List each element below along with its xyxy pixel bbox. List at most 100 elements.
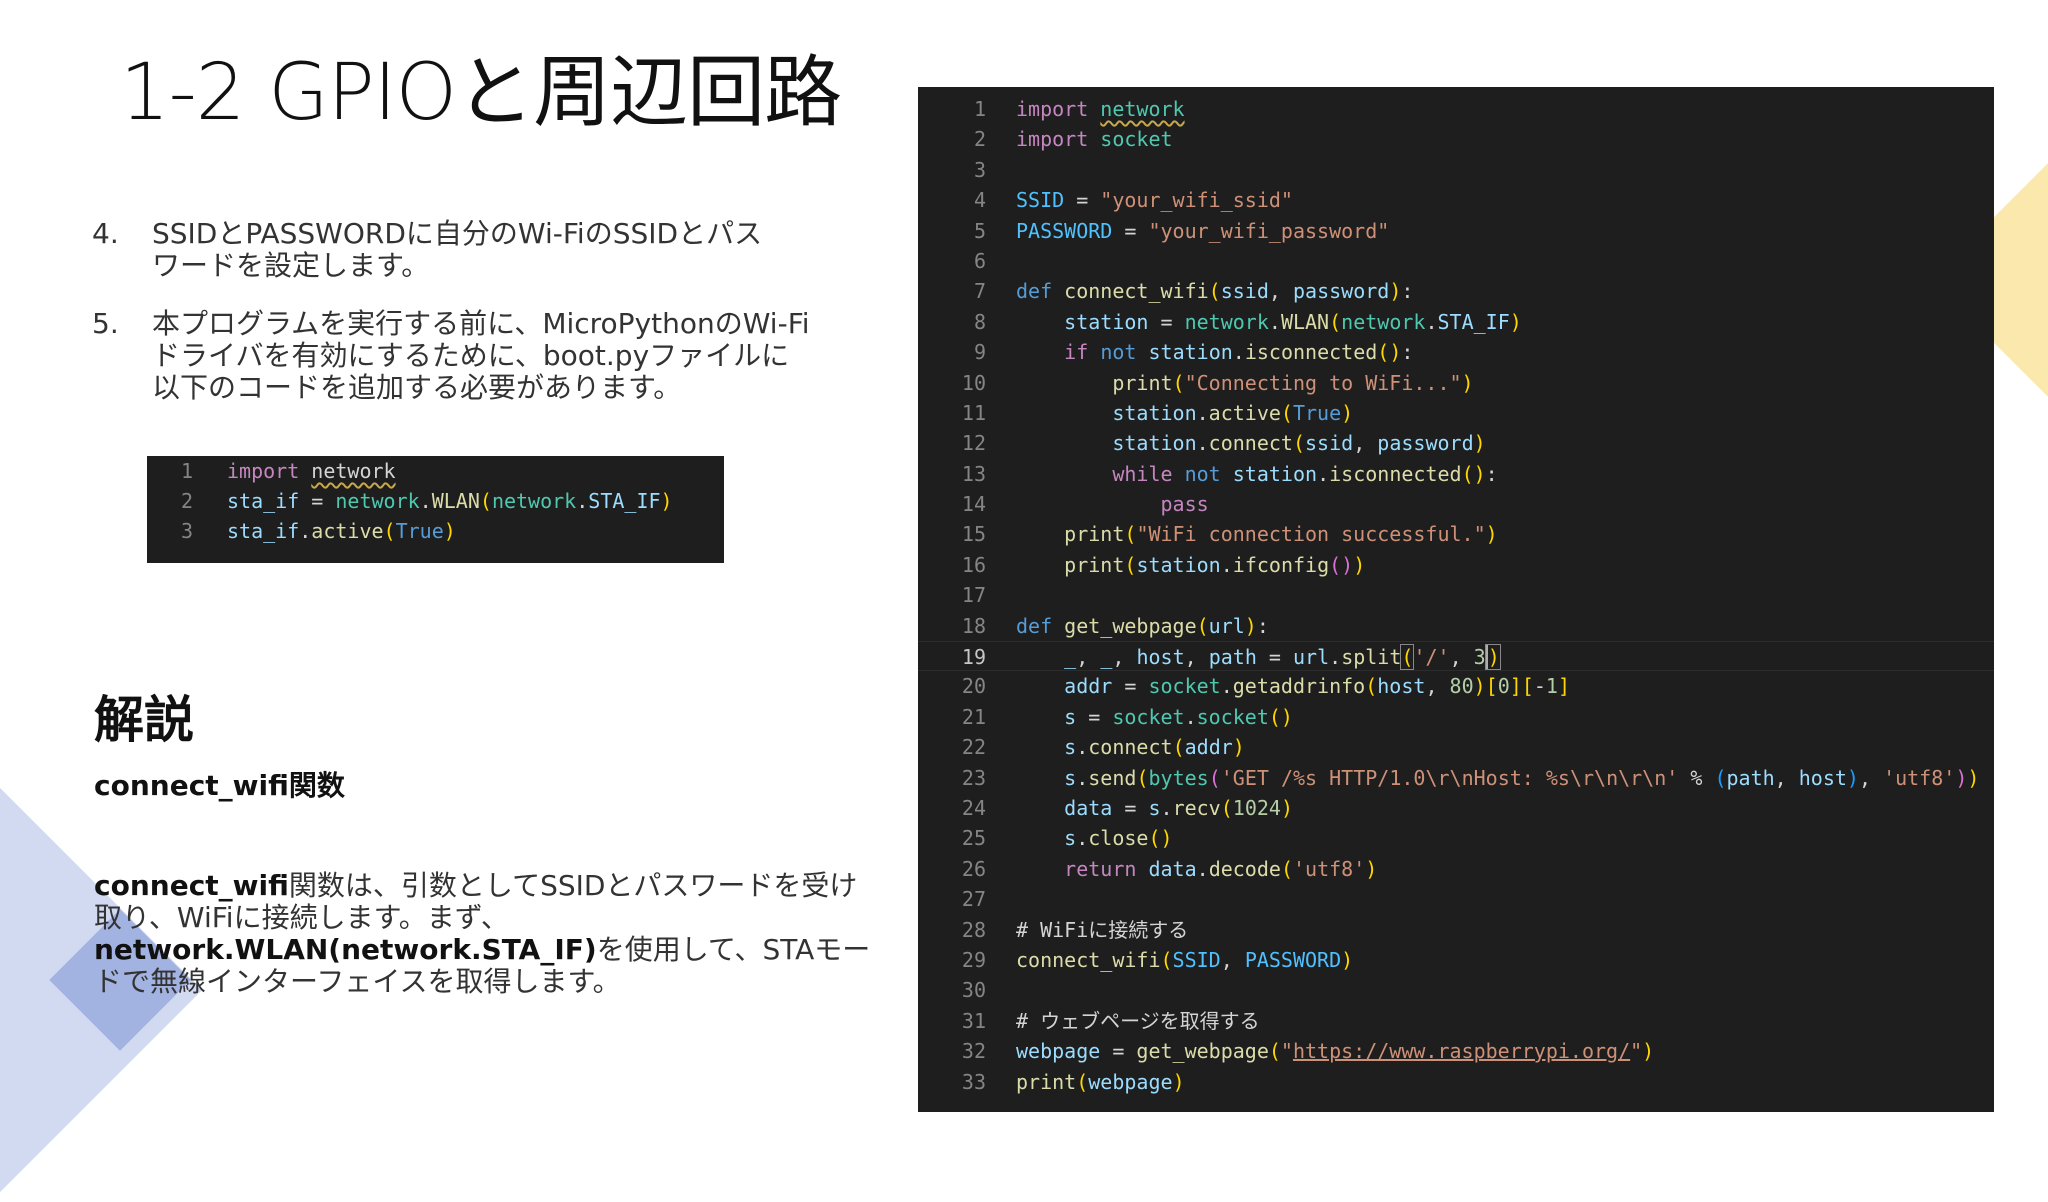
bold-term: connect_wifi: [94, 869, 289, 902]
code-line-active: 19 _, _, host, path = url.split('/', 3): [918, 641, 1994, 672]
line-number: 28: [961, 917, 986, 942]
line-number: 13: [961, 461, 986, 486]
code-text: s.connect(addr): [1064, 735, 1245, 760]
line-number: 33: [961, 1069, 986, 1094]
code-text: sta_if = network.WLAN(network.STA_IF): [227, 489, 673, 513]
code-line: 3 sta_if.active(True): [147, 516, 724, 546]
line-number: 31: [961, 1008, 986, 1033]
line-number: 4: [973, 188, 986, 213]
code-line: 32 webpage = get_webpage("https://www.ras…: [918, 1036, 1994, 1066]
code-text: import socket: [1016, 127, 1173, 152]
code-comment: # ウェブページを取得する: [1016, 1008, 1260, 1033]
code-text: webpage = get_webpage("https://www.raspb…: [1016, 1039, 1655, 1064]
code-line: 13 while not station.isconnected():: [918, 459, 1994, 489]
code-text: station.active(True): [1112, 400, 1354, 425]
line-number: 18: [961, 613, 986, 638]
code-text: s = socket.socket(): [1064, 704, 1293, 729]
code-text: def connect_wifi(ssid, password):: [1016, 279, 1414, 304]
code-text: print(webpage): [1016, 1069, 1185, 1094]
code-line: 11 station.active(True): [918, 398, 1994, 428]
line-number: 9: [973, 340, 986, 365]
code-text: _, _, host, path = url.split('/', 3): [1064, 644, 1501, 671]
code-text: pass: [1160, 492, 1209, 517]
line-number: 32: [961, 1039, 986, 1064]
line-number: 8: [973, 309, 986, 334]
code-line: 2 import socket: [918, 124, 1994, 154]
line-number: 17: [961, 583, 986, 608]
line-number: 14: [961, 492, 986, 517]
line-number: 23: [961, 765, 986, 790]
line-number: 26: [961, 856, 986, 881]
line-number: 3: [180, 519, 194, 543]
code-line: 2 sta_if = network.WLAN(network.STA_IF): [147, 486, 724, 516]
url-link[interactable]: https://www.raspberrypi.org/: [1293, 1039, 1630, 1063]
code-text: station = network.WLAN(network.STA_IF): [1064, 309, 1522, 334]
bold-term: network.WLAN(network.STA_IF): [94, 933, 597, 966]
code-text: s.close(): [1064, 826, 1173, 851]
code-text: station.connect(ssid, password): [1112, 431, 1486, 456]
section-subheading: connect_wifi関数: [94, 769, 345, 802]
code-text: while not station.isconnected():: [1112, 461, 1498, 486]
line-number: 16: [961, 552, 986, 577]
code-line: 12 station.connect(ssid, password): [918, 428, 1994, 458]
code-line: 5 PASSWORD = "your_wifi_password": [918, 216, 1994, 246]
code-line: 7 def connect_wifi(ssid, password):: [918, 276, 1994, 306]
line-number: 6: [973, 248, 986, 273]
line-number: 2: [180, 489, 194, 513]
line-number: 19: [961, 645, 986, 670]
code-line: 3: [918, 155, 1994, 185]
line-number: 1: [973, 97, 986, 121]
code-line: 14 pass: [918, 489, 1994, 519]
instruction-item: 5. 本プログラムを実行する前に、MicroPythonのWi-Fi ドライバを…: [92, 308, 852, 404]
item-text: 本プログラムを実行する前に、MicroPythonのWi-Fi ドライバを有効に…: [152, 307, 810, 404]
line-number: 22: [961, 735, 986, 760]
code-comment: # WiFiに接続する: [1016, 917, 1189, 942]
code-line: 15 print("WiFi connection successful."): [918, 519, 1994, 549]
code-text: PASSWORD = "your_wifi_password": [1016, 218, 1390, 243]
line-number: 30: [961, 978, 986, 1003]
instruction-list: 4. SSIDとPASSWORDに自分のWi-FiのSSIDとパス ワードを設定…: [92, 218, 852, 430]
code-line: 30: [918, 975, 1994, 1005]
code-line: 1 import network: [147, 456, 724, 486]
item-number: 4.: [92, 217, 119, 250]
code-line: 6: [918, 246, 1994, 276]
code-text: addr = socket.getaddrinfo(host, 80)[0][-…: [1064, 674, 1570, 699]
code-text: print("Connecting to WiFi..."): [1112, 370, 1474, 395]
line-number: 24: [961, 795, 986, 820]
code-text: return data.decode('utf8'): [1064, 856, 1378, 881]
code-line: 10 print("Connecting to WiFi..."): [918, 368, 1994, 398]
explanation-paragraph: connect_wifi関数は、引数としてSSIDとパスワードを受け取り、WiF…: [94, 870, 874, 998]
code-line: 16 print(station.ifconfig()): [918, 550, 1994, 580]
line-number: 25: [961, 826, 986, 851]
line-number: 12: [961, 431, 986, 456]
code-line: 20 addr = socket.getaddrinfo(host, 80)[0…: [918, 671, 1994, 701]
code-line: 8 station = network.WLAN(network.STA_IF): [918, 307, 1994, 337]
line-number: 20: [961, 674, 986, 699]
code-text: print("WiFi connection successful."): [1064, 522, 1498, 547]
code-line: 24 data = s.recv(1024): [918, 793, 1994, 823]
code-line: 22 s.connect(addr): [918, 732, 1994, 762]
code-line: 26 return data.decode('utf8'): [918, 854, 1994, 884]
boot-code-snippet: 1 import network 2 sta_if = network.WLAN…: [147, 456, 724, 563]
code-editor[interactable]: 1 import network 2 import socket 3 4 SSID =…: [918, 87, 1994, 1112]
code-line: 9 if not station.isconnected():: [918, 337, 1994, 367]
line-number: 1: [180, 459, 194, 483]
line-number: 27: [961, 887, 986, 912]
code-text: import network: [227, 459, 396, 483]
code-text: data = s.recv(1024): [1064, 795, 1293, 820]
code-line: 29 connect_wifi(SSID, PASSWORD): [918, 945, 1994, 975]
section-heading: 解説: [94, 691, 194, 749]
code-text: if not station.isconnected():: [1064, 340, 1414, 365]
code-text: s.send(bytes('GET /%s HTTP/1.0\r\nHost: …: [1064, 765, 1980, 790]
code-line: 33 print(webpage): [918, 1067, 1994, 1097]
code-text: def get_webpage(url):: [1016, 613, 1269, 638]
item-number: 5.: [92, 307, 119, 340]
line-number: 10: [961, 370, 986, 395]
item-text: SSIDとPASSWORDに自分のWi-FiのSSIDとパス ワードを設定します…: [152, 217, 763, 282]
code-text: import network: [1016, 97, 1185, 121]
line-number: 15: [961, 522, 986, 547]
code-line: 27: [918, 884, 1994, 914]
line-number: 5: [973, 218, 986, 243]
line-number: 2: [973, 127, 986, 152]
line-number: 21: [961, 704, 986, 729]
